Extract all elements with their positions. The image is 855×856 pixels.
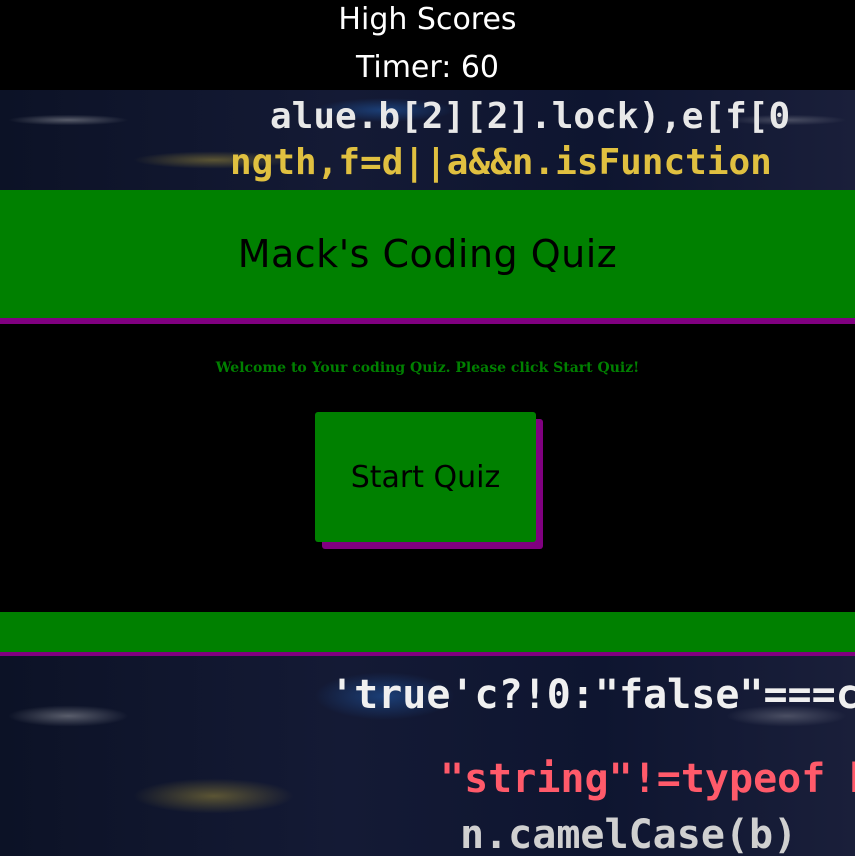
timer: Timer: 60 — [355, 50, 500, 85]
code-line: "string"!=typeof b) — [440, 756, 855, 802]
page-title: Mack's Coding Quiz — [237, 232, 618, 276]
welcome-message: Welcome to Your coding Quiz. Please clic… — [215, 360, 640, 376]
start-quiz-button[interactable]: Start Quiz — [315, 412, 536, 542]
quiz-page: High Scores Timer: 60 alue.b[2][2].lock)… — [0, 0, 855, 856]
code-line: alue.b[2][2].lock),e[f[0 — [270, 96, 791, 137]
top-bar: High Scores Timer: 60 — [0, 0, 855, 90]
code-background-bottom: 'true'c?!0:"false"===c? "string"!=typeof… — [0, 656, 855, 856]
footer-band — [0, 612, 855, 652]
code-background-top: alue.b[2][2].lock),e[f[0 ngth,f=d||a&&n.… — [0, 90, 855, 190]
high-scores-link[interactable]: High Scores — [0, 2, 855, 38]
code-line: n.camelCase(b) — [460, 812, 798, 856]
code-line: ngth,f=d||a&&n.isFunction — [230, 142, 772, 183]
code-line: 'true'c?!0:"false"===c? — [330, 672, 855, 718]
main-content: Welcome to Your coding Quiz. Please clic… — [0, 324, 855, 612]
title-banner: Mack's Coding Quiz — [0, 190, 855, 318]
